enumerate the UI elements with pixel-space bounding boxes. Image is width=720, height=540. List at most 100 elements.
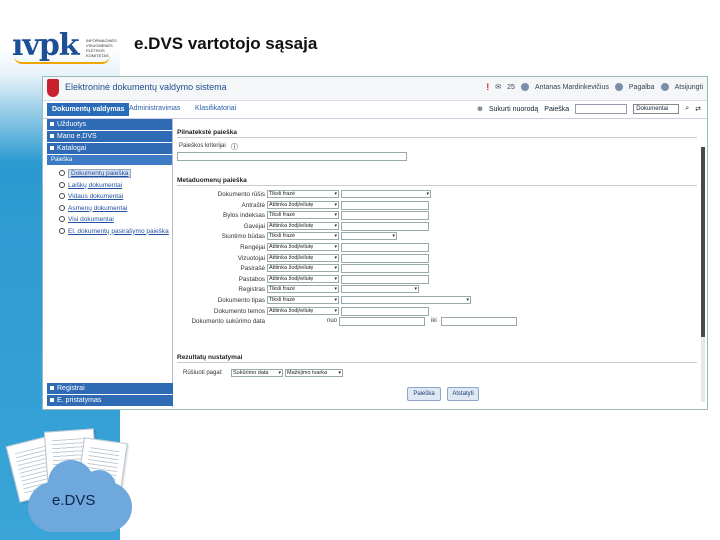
field-input[interactable] bbox=[341, 190, 431, 198]
sort-field-select[interactable]: Sukūrimo data bbox=[231, 369, 283, 377]
reset-button[interactable]: Atstatyti bbox=[447, 387, 479, 401]
field-label: Bylos indeksas bbox=[223, 212, 265, 220]
logout-icon bbox=[660, 83, 669, 91]
criteria-input[interactable] bbox=[177, 152, 407, 161]
messages-count[interactable]: 25 bbox=[507, 84, 515, 91]
search-icon bbox=[59, 193, 65, 200]
list-item[interactable]: Vidaus dokumentai bbox=[59, 191, 172, 203]
match-type-select[interactable]: Atitinka žodį/eilutę bbox=[267, 253, 339, 262]
ivpk-logo: ıvpk INFORMACINĖS VISUOMENĖS PLĖTROS KOM… bbox=[12, 26, 120, 66]
user-icon bbox=[520, 83, 529, 91]
fulltext-section-title: Pilnatekstė paieška bbox=[177, 129, 237, 136]
tab-administration[interactable]: Administravimas bbox=[129, 105, 180, 112]
field-input[interactable] bbox=[341, 296, 471, 304]
list-item[interactable]: Asmenų dokumentai bbox=[59, 203, 172, 215]
match-type-select[interactable]: Tiksli frazė bbox=[267, 232, 339, 241]
match-type-select[interactable]: Atitinka žodį/eilutę bbox=[267, 306, 339, 315]
search-icon bbox=[59, 170, 65, 177]
date-to-input[interactable] bbox=[441, 317, 517, 327]
criteria-label: Paieškos kriterijai bbox=[179, 143, 226, 149]
refresh-icon[interactable]: ⇄ bbox=[695, 105, 701, 113]
field-label: Rengėjai bbox=[240, 244, 265, 251]
field-label: Dokumento temos bbox=[213, 307, 265, 315]
divider bbox=[177, 362, 697, 363]
alert-icon[interactable]: ! bbox=[486, 82, 489, 92]
search-form: Pilnatekstė paieška Paieškos kriterijai … bbox=[177, 121, 697, 407]
create-link[interactable]: Sukurti nuorodą bbox=[489, 106, 538, 113]
search-icon bbox=[59, 181, 65, 188]
slide-title: e.DVS vartotojo sąsaja bbox=[134, 34, 318, 53]
field-input[interactable] bbox=[341, 221, 429, 231]
date-from-input[interactable] bbox=[339, 317, 425, 327]
sidebar-item-tasks[interactable]: Užduotys bbox=[47, 119, 172, 130]
field-label: Vizuotojai bbox=[237, 254, 265, 262]
search-button[interactable]: Paieška bbox=[407, 387, 441, 401]
field-label: Dokumento sukūrimo data bbox=[191, 318, 266, 326]
sort-order-select[interactable]: Mažėjimo tvarka bbox=[285, 369, 343, 377]
logo-subtitle: INFORMACINĖS VISUOMENĖS PLĖTROS KOMITETA… bbox=[86, 38, 117, 58]
tab-classifiers[interactable]: Klasifikatoriai bbox=[195, 105, 236, 112]
field-label: Siuntimo būdas bbox=[221, 233, 265, 241]
sidebar-item-catalogs[interactable]: Katalogai bbox=[47, 143, 172, 154]
field-input[interactable] bbox=[341, 306, 429, 316]
field-input[interactable] bbox=[341, 211, 429, 221]
match-type-select[interactable]: Tiksli frazė bbox=[267, 190, 339, 198]
search-icon bbox=[59, 204, 65, 211]
sort-label: Rūšiuoti pagal: bbox=[183, 370, 223, 376]
match-type-select[interactable]: Tiksli frazė bbox=[267, 296, 339, 304]
match-type-select[interactable]: Tiksli frazė bbox=[267, 285, 339, 294]
field-input[interactable] bbox=[341, 243, 429, 252]
match-type-select[interactable]: Atitinka žodį/eilutę bbox=[267, 221, 339, 230]
sidebar-item-registers[interactable]: Registrai bbox=[47, 383, 173, 394]
field-input[interactable] bbox=[341, 253, 429, 263]
date-to-label: iki bbox=[431, 318, 437, 325]
field-label: Dokumento rūšis bbox=[217, 191, 265, 198]
sidebar-item-e-delivery[interactable]: E. pristatymas bbox=[47, 395, 173, 406]
toolbar: ⊕ Sukurti nuorodą Paieška Dokumentai ⌕ ⇄ bbox=[477, 104, 701, 114]
app-screenshot: Elektroninė dokumentų valdymo sistema ! … bbox=[42, 76, 708, 410]
quick-search-input[interactable] bbox=[575, 104, 628, 114]
info-icon: ⓘ bbox=[231, 144, 238, 151]
messages-icon[interactable]: ✉ bbox=[495, 83, 501, 91]
help-icon bbox=[614, 83, 623, 91]
match-type-select[interactable]: Tiksli frazė bbox=[267, 211, 339, 220]
divider bbox=[177, 185, 697, 186]
field-label: Registras bbox=[238, 286, 265, 294]
field-input[interactable] bbox=[341, 200, 429, 210]
search-links-list: Dokumentų paieška Laiškų dokumentai Vida… bbox=[47, 165, 172, 237]
help-link[interactable]: Pagalba bbox=[629, 84, 655, 91]
match-type-select[interactable]: Atitinka žodį/eilutę bbox=[267, 274, 339, 283]
sidebar-bottom: Registrai E. pristatymas bbox=[47, 383, 173, 407]
list-item[interactable]: El. dokumentų pasirašymo paieška bbox=[59, 226, 172, 238]
field-label: Gavėjai bbox=[243, 222, 265, 230]
tab-document-management[interactable]: Dokumentų valdymas bbox=[47, 103, 130, 116]
field-input[interactable] bbox=[341, 232, 397, 241]
user-name[interactable]: Antanas Mardinkevičius bbox=[535, 84, 609, 91]
field-label: Dokumento tipas bbox=[217, 297, 265, 304]
list-item[interactable]: Dokumentų paieška bbox=[59, 168, 172, 180]
search-icon bbox=[59, 227, 65, 234]
main-tabs: Dokumentų valdymas Administravimas Klasi… bbox=[43, 101, 707, 119]
logout-link[interactable]: Atsijungti bbox=[675, 84, 703, 91]
list-item[interactable]: Visi dokumentai bbox=[59, 214, 172, 226]
sidebar-section-search[interactable]: Paieška bbox=[47, 155, 172, 165]
cloud-illustration: e.DVS bbox=[0, 420, 140, 540]
match-type-select[interactable]: Atitinka žodį/eilutę bbox=[267, 264, 339, 273]
scrollbar-thumb[interactable] bbox=[701, 147, 705, 337]
match-type-select[interactable]: Atitinka žodį/eilutę bbox=[267, 243, 339, 251]
sidebar-item-my-edvs[interactable]: Mano e.DVS bbox=[47, 131, 172, 142]
app-header: Elektroninė dokumentų valdymo sistema ! … bbox=[43, 77, 707, 101]
coat-of-arms-icon bbox=[47, 79, 59, 97]
list-item[interactable]: Laiškų dokumentai bbox=[59, 180, 172, 192]
search-scope-select[interactable]: Dokumentai bbox=[633, 104, 680, 114]
sidebar: Užduotys Mano e.DVS Katalogai Paieška Do… bbox=[47, 119, 173, 407]
match-type-select[interactable]: Atitinka žodį/eilutę bbox=[267, 200, 339, 209]
results-section-title: Rezultatų nustatymai bbox=[177, 354, 243, 361]
field-input[interactable] bbox=[341, 285, 419, 294]
field-input[interactable] bbox=[341, 274, 429, 284]
cloud-label: e.DVS bbox=[52, 492, 96, 509]
divider bbox=[177, 137, 697, 138]
search-icon[interactable]: ⌕ bbox=[685, 105, 689, 113]
field-input[interactable] bbox=[341, 264, 429, 274]
date-from-label: nuo bbox=[327, 318, 338, 325]
